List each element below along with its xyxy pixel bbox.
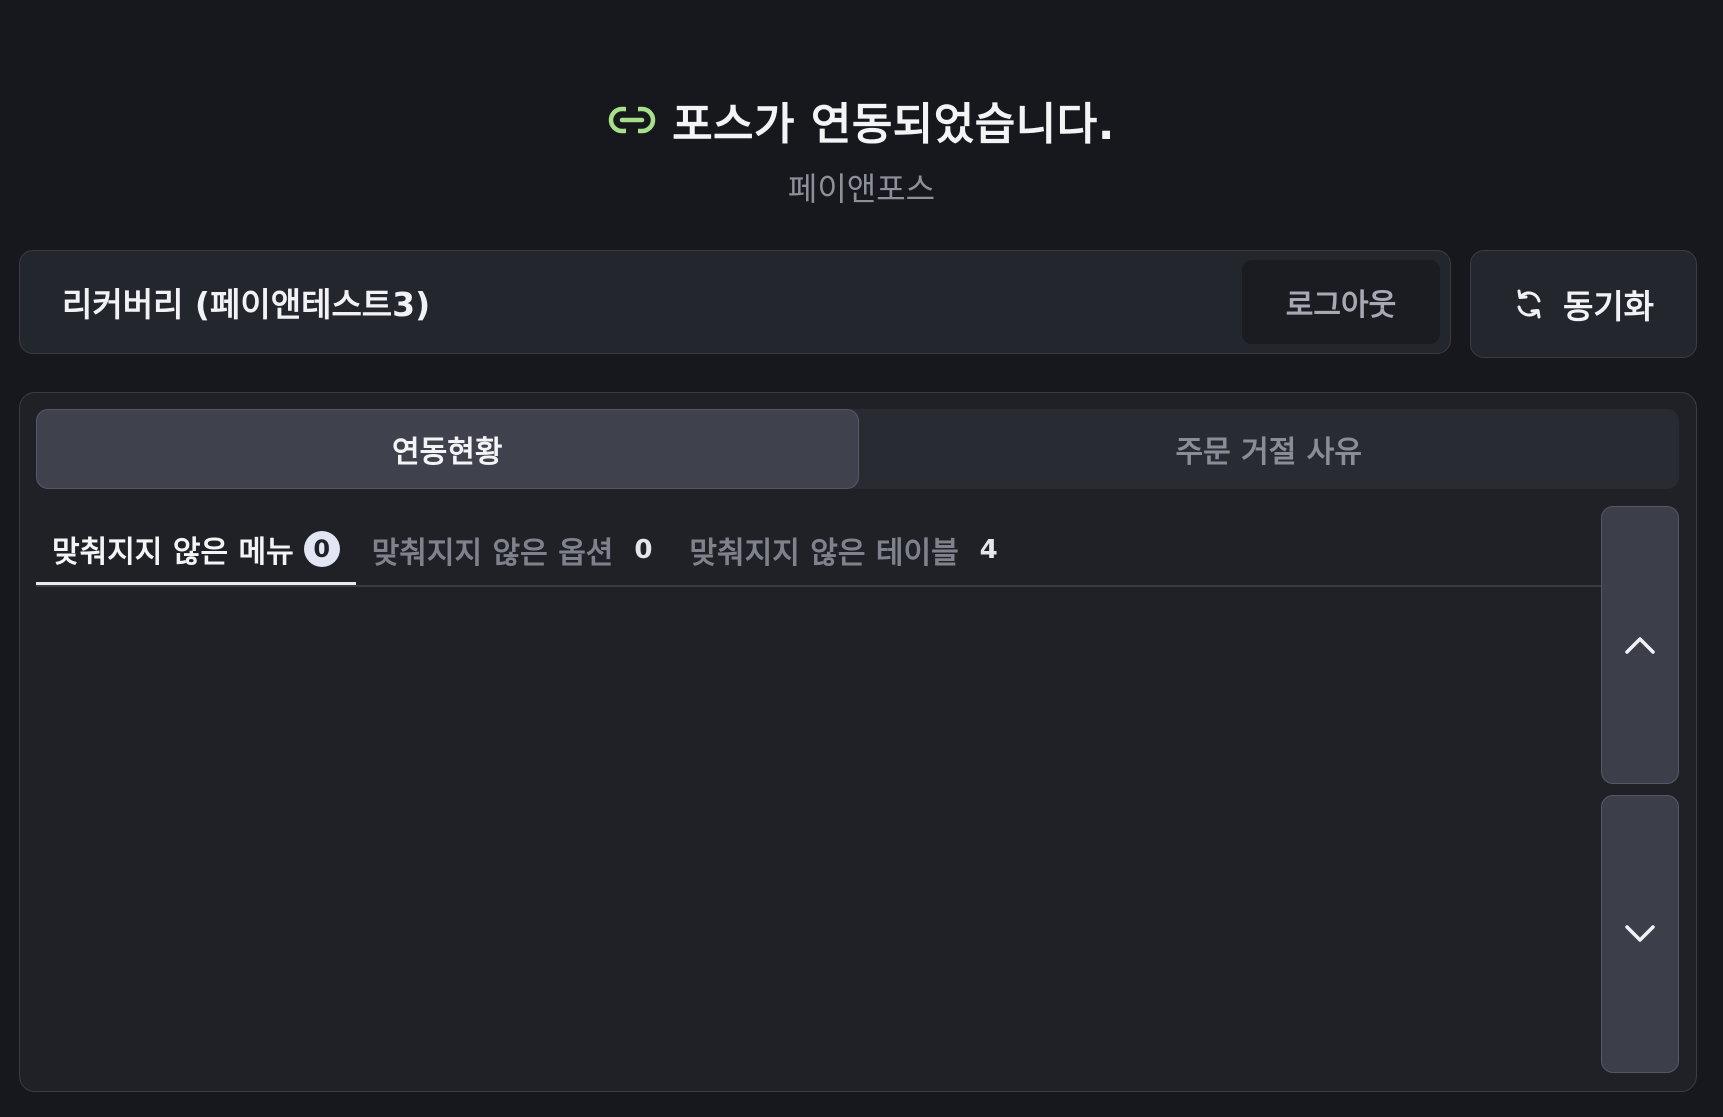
sync-label: 동기화 [1562, 287, 1655, 326]
subtab-unmatched-tables[interactable]: 맞춰지지 않은 테이블 4 [673, 515, 1018, 585]
page-title-row: 포스가 연동되었습니다. [608, 88, 1115, 152]
tab-integration-status[interactable]: 연동현황 [36, 409, 859, 489]
logout-button[interactable]: 로그아웃 [1242, 260, 1440, 344]
count-badge: 4 [979, 535, 998, 565]
store-name: 리커버리 (페이앤테스트3) [62, 285, 431, 324]
page-title: 포스가 연동되었습니다. [672, 99, 1115, 150]
tab-order-rejection-reasons[interactable]: 주문 거절 사유 [859, 409, 1680, 489]
subtab-label: 맞춰지지 않은 옵션 [371, 536, 614, 571]
scroll-down-button[interactable] [1601, 795, 1679, 1073]
list-content-area [36, 589, 1601, 1069]
segment-control: 연동현황 주문 거절 사유 [36, 409, 1679, 489]
subtab-unmatched-menu[interactable]: 맞춰지지 않은 메뉴 0 [36, 515, 356, 585]
pos-integration-page: 포스가 연동되었습니다. 페이앤포스 리커버리 (페이앤테스트3) 로그아웃 동… [0, 0, 1723, 1117]
account-card: 리커버리 (페이앤테스트3) 로그아웃 [19, 250, 1451, 354]
subtab-label: 맞춰지지 않은 메뉴 [52, 534, 294, 570]
count-badge: 0 [303, 530, 340, 567]
main-panel: 연동현황 주문 거절 사유 맞춰지지 않은 메뉴 0 맞춰지지 않은 옵션 0 … [19, 392, 1697, 1092]
pos-provider-name: 페이앤포스 [787, 170, 936, 208]
subtab-label: 맞춰지지 않은 테이블 [689, 536, 959, 571]
refresh-icon [1517, 289, 1541, 319]
scroll-up-button[interactable] [1601, 506, 1679, 784]
chevron-down-icon [1625, 925, 1655, 942]
subtab-unmatched-options[interactable]: 맞춰지지 않은 옵션 0 [356, 515, 674, 585]
sync-button[interactable]: 동기화 [1470, 250, 1697, 358]
subtab-bar: 맞춰지지 않은 메뉴 0 맞춰지지 않은 옵션 0 맞춰지지 않은 테이블 4 [36, 515, 1601, 587]
count-badge: 0 [634, 535, 653, 565]
chevron-up-icon [1625, 637, 1655, 654]
header: 포스가 연동되었습니다. 페이앤포스 [0, 88, 1723, 210]
link-icon [608, 105, 656, 135]
